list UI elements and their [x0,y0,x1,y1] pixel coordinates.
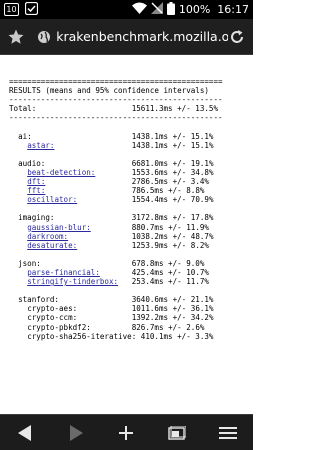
group-name: json: [9,258,41,268]
results-dash: ----------------------------------------… [9,95,223,105]
group-value: 6681.0ms +/- 19.1% [131,158,214,168]
test-name: crypto-ccm: [27,313,78,323]
test-name[interactable]: parse-financial: [27,268,100,277]
group-name: ai: [9,131,32,141]
no-sim-icon [150,2,163,17]
bottom-nav-bar [0,414,253,450]
total-value: 15611.3ms +/- 13.5% [131,104,219,114]
page-content: ========================================… [0,55,253,414]
total-label: Total: [9,104,37,114]
test-value: 826.7ms +/- 2.6% [131,322,205,332]
test-name[interactable]: fft: [27,186,45,195]
test-value: 1011.6ms +/- 36.1% [131,304,214,314]
notification-count-icon: 10 [4,3,19,16]
test-name[interactable]: dft: [27,177,45,186]
test-name: crypto-sha256-iterative: [27,331,137,341]
reload-icon[interactable] [228,27,247,47]
test-name[interactable]: astar: [27,141,54,150]
test-value: 425.4ms +/- 10.7% [131,267,209,277]
test-name[interactable]: stringify-tinderbox: [27,277,118,286]
test-value: 1392.2ms +/- 34.2% [131,313,214,323]
new-tab-icon[interactable] [111,418,141,448]
test-name[interactable]: beat-detection: [27,168,95,177]
star-icon[interactable] [6,27,25,47]
group-name: imaging: [9,213,55,223]
results-dash: ----------------------------------------… [9,113,223,123]
results-header: RESULTS (means and 95% confidence interv… [9,86,209,96]
battery-icon [166,1,175,18]
test-value: 410.1ms +/- 3.3% [140,331,214,341]
test-value: 1253.9ms +/- 8.2% [131,240,209,250]
group-name: stanford: [9,295,59,305]
test-name[interactable]: darkroom: [27,232,68,241]
test-value: 253.4ms +/- 11.7% [131,277,209,287]
status-bar: 10 100% 16:17 [0,0,253,19]
test-value: 1553.6ms +/- 34.8% [131,167,214,177]
test-value: 880.7ms +/- 11.9% [131,222,209,232]
tabs-icon[interactable] [162,418,192,448]
menu-icon[interactable] [213,418,243,448]
test-name[interactable]: oscillator: [27,195,77,204]
notification-count: 10 [6,4,17,14]
group-name: audio: [9,158,46,168]
test-value: 2786.5ms +/- 3.4% [131,177,209,187]
results-rule: ========================================… [9,77,223,86]
test-value: 1438.1ms +/- 15.1% [131,140,214,150]
test-name: crypto-aes: [27,304,78,314]
clock: 16:17 [217,3,249,16]
globe-icon [37,30,51,44]
test-name[interactable]: desaturate: [27,241,77,250]
wifi-icon [131,2,147,17]
test-value: 1038.2ms +/- 48.7% [131,231,214,241]
test-value: 786.5ms +/- 8.8% [131,186,205,196]
url-field[interactable]: krakenbenchmark.mozilla.org [56,29,227,44]
group-value: 678.8ms +/- 9.0% [131,258,205,268]
group-value: 3640.6ms +/- 21.1% [131,295,214,305]
test-value: 1554.4ms +/- 70.9% [131,195,214,205]
test-name: crypto-pbkdf2: [27,322,91,332]
check-icon [24,1,39,18]
back-icon[interactable] [10,418,40,448]
test-name[interactable]: gaussian-blur: [27,223,91,232]
battery-percent: 100% [178,3,211,16]
url-bar: krakenbenchmark.mozilla.org [0,19,253,55]
results-block: ========================================… [9,77,253,350]
group-value: 1438.1ms +/- 15.1% [131,131,214,141]
forward-icon[interactable] [61,418,91,448]
group-value: 3172.8ms +/- 17.8% [131,213,214,223]
